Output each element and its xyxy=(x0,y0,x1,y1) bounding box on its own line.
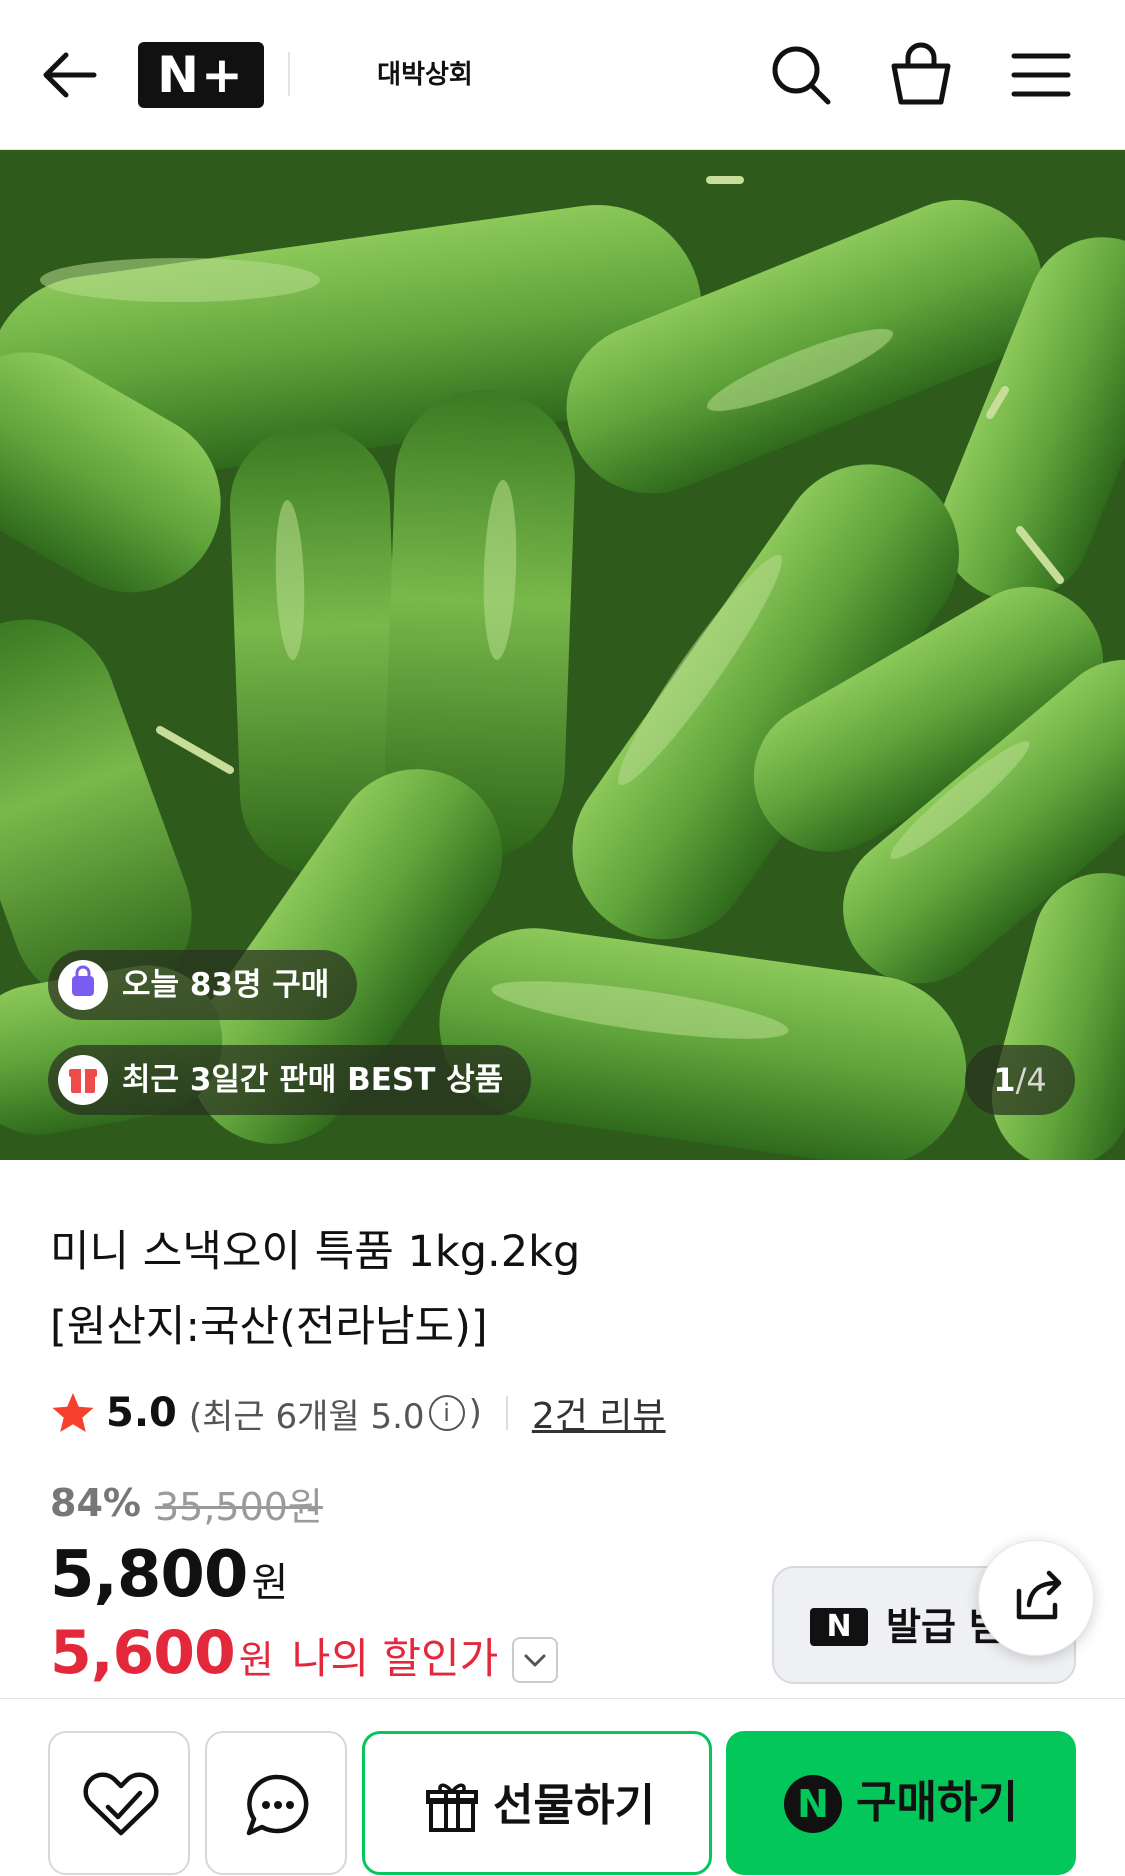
today-purchase-text: 오늘 83명 구매 xyxy=(122,967,330,1003)
naver-plus-logo[interactable]: N+ xyxy=(138,42,264,108)
review-count-link[interactable]: 2건 리뷰 xyxy=(532,1387,666,1439)
buy-button-label: 구매하기 xyxy=(856,1777,1018,1828)
rating-divider xyxy=(505,1396,508,1430)
talk-talk-button[interactable] xyxy=(205,1731,347,1875)
sale-price: 5,800 xyxy=(50,1538,248,1612)
chevron-down-icon[interactable] xyxy=(512,1637,559,1683)
share-icon xyxy=(1016,1570,1062,1620)
counter-current: 1 xyxy=(993,1061,1016,1099)
gift-icon xyxy=(58,1055,108,1105)
gift-button-label: 선물하기 xyxy=(493,1780,655,1831)
star-icon xyxy=(52,1393,94,1432)
product-title: 미니 스낵오이 특품 1kg.2kg [원산지:국산(전라남도)] xyxy=(50,1215,1070,1365)
discount-rate: 84% xyxy=(50,1481,141,1525)
rating-score: 5.0 xyxy=(106,1390,177,1436)
wishlist-button[interactable] xyxy=(48,1731,190,1875)
naver-pay-icon: N xyxy=(784,1775,842,1833)
top-header: N+ 대박상회 xyxy=(0,0,1125,150)
gift-box-icon xyxy=(426,1783,478,1832)
my-discount-price: 5,600 xyxy=(50,1618,236,1688)
product-image-carousel[interactable]: 오늘 83명 구매 최근 3일간 판매 BEST 상품 1/4 xyxy=(0,150,1125,1160)
sale-price-row: 5,800 원 xyxy=(50,1538,288,1614)
rating-recent-suffix: ) xyxy=(468,1393,482,1433)
bag-icon xyxy=(58,960,108,1010)
rating-recent-prefix: (최근 6개월 5.0 xyxy=(188,1396,425,1437)
my-discount-row: 5,600 원 나의 할인가 xyxy=(50,1618,559,1690)
bottom-action-bar: 선물하기 N 구매하기 xyxy=(0,1698,1125,1876)
search-icon[interactable] xyxy=(768,42,834,108)
product-title-line2: [원산지:국산(전라남도)] xyxy=(50,1302,488,1352)
my-discount-label: 나의 할인가 xyxy=(291,1634,499,1683)
buy-button[interactable]: N 구매하기 xyxy=(726,1731,1076,1875)
rating-row: 5.0 (최근 6개월 5.0 i ) 2건 리뷰 xyxy=(50,1385,666,1441)
today-purchase-badge: 오늘 83명 구매 xyxy=(48,950,358,1020)
menu-icon[interactable] xyxy=(1008,42,1074,108)
discount-row: 84% 35,500원 xyxy=(50,1475,323,1531)
shopping-bag-icon[interactable] xyxy=(888,42,954,108)
gift-button[interactable]: 선물하기 xyxy=(362,1731,712,1875)
image-page-counter: 1/4 xyxy=(965,1045,1075,1115)
counter-total: /4 xyxy=(1015,1061,1047,1099)
store-name[interactable]: 대박상회 xyxy=(340,55,510,95)
share-button[interactable] xyxy=(978,1540,1094,1656)
heart-check-icon xyxy=(83,1772,159,1836)
original-price: 35,500원 xyxy=(154,1484,323,1529)
best-seller-badge: 최근 3일간 판매 BEST 상품 xyxy=(48,1045,532,1115)
product-title-line1: 미니 스낵오이 특품 1kg.2kg xyxy=(50,1227,581,1277)
best-seller-text: 최근 3일간 판매 BEST 상품 xyxy=(122,1062,504,1098)
back-arrow-icon[interactable] xyxy=(40,45,100,105)
sale-price-unit: 원 xyxy=(251,1560,289,1606)
my-discount-unit: 원 xyxy=(238,1638,274,1682)
naver-coupon-icon: N xyxy=(810,1608,868,1646)
info-icon[interactable]: i xyxy=(428,1395,465,1431)
logo-divider xyxy=(288,52,290,96)
chat-bubble-icon xyxy=(246,1774,309,1836)
